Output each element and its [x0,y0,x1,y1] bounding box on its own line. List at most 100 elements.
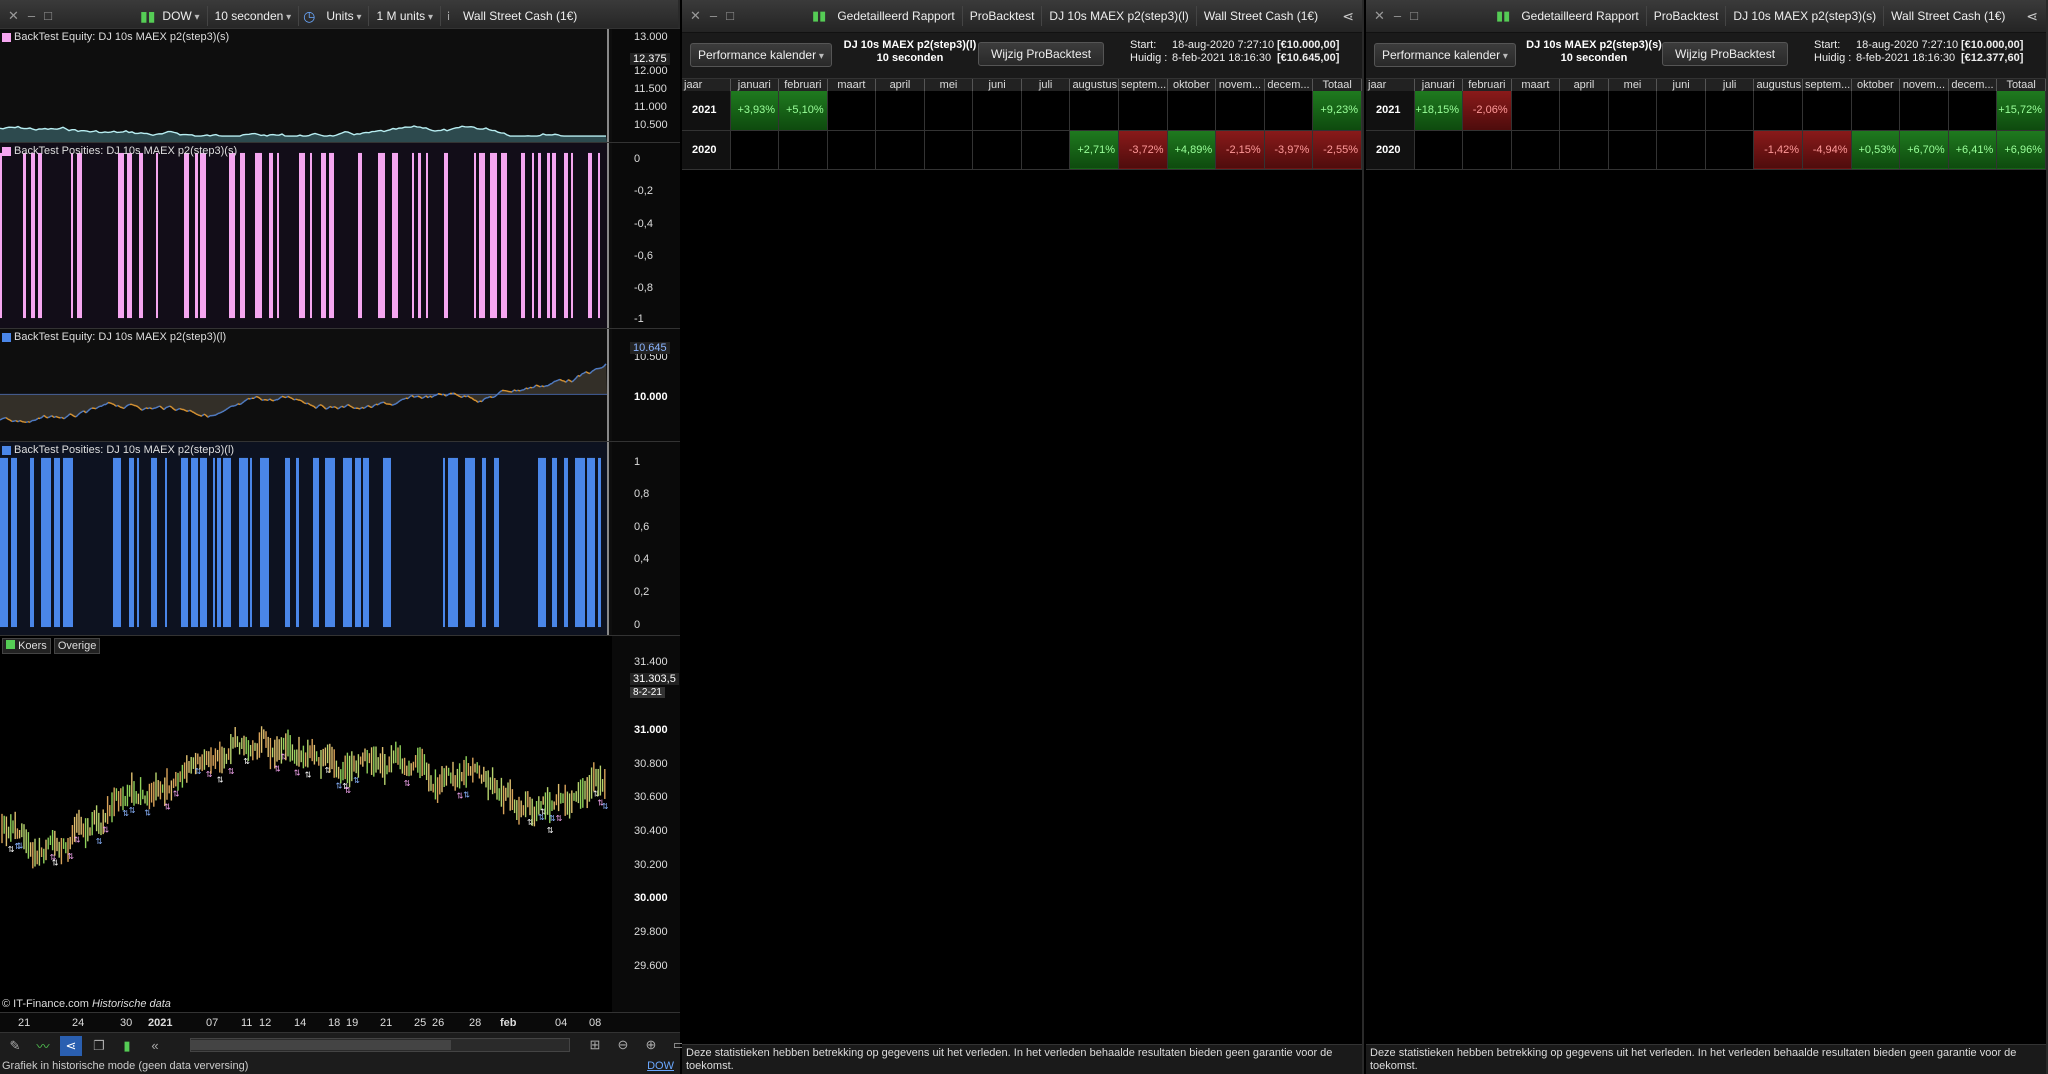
month-cell [827,130,877,170]
position-bar [217,457,221,628]
month-header: februari [778,79,828,91]
table-row: 2020 +2,71% -3,72% +4,89% -2,15% -3,97% -2,55% [682,130,1362,170]
close-icon[interactable]: ✕ [690,8,701,24]
interval-select[interactable]: 10 seconden [208,6,300,26]
position-bar [552,457,557,628]
disclaimer: Deze statistieken hebben betrekking op g… [1366,1044,2046,1074]
price-pane[interactable]: Koers Overige ⇅ ⇅ ⇅ ⇅ ⇅ ⇅ ⇅ ⇅ ⇅ ⇅ ⇅ ⇅ ⇅ ⇅ ⇅ ⇅ ⇅ ⇅ ⇅ ⇅ ⇅ ⇅ ⇅ ⇅ ⇅ ⇅… [0,635,680,1012]
equity-long-pane[interactable]: BackTest Equity: DJ 10s MAEX p2(step3)(l… [0,328,680,441]
minimize-icon[interactable]: – [28,8,35,24]
size-select[interactable]: 1 M units [369,6,441,26]
modify-backtest-button[interactable]: Wijzig ProBacktest [978,42,1105,66]
month-header: novem... [1899,79,1949,91]
draw-tool-icon[interactable]: ✎ [4,1036,26,1056]
position-bar [378,152,385,319]
y-tick: 10.000 [634,391,668,403]
share-icon[interactable]: ⋖ [60,1035,82,1056]
trade-marker: ⇅ [540,808,547,817]
total-cell: +15,72% [1996,91,2046,131]
x-axis: 21 24 30 2021 07 11 12 14 18 19 21 25 26… [0,1012,680,1032]
tab-market[interactable]: Wall Street Cash (1€) [1884,6,2012,26]
tab-overige[interactable]: Overige [53,638,101,654]
month-cell [827,91,877,131]
trade-marker: ⇅ [206,770,213,779]
position-bar [250,457,252,628]
cursor-line [607,29,609,142]
month-cell [1802,91,1852,131]
modify-backtest-button[interactable]: Wijzig ProBacktest [1662,42,1789,66]
tab-strategy[interactable]: DJ 10s MAEX p2(step3)(l) [1042,6,1197,26]
month-cell [1414,130,1464,170]
y-tick: 30.600 [634,791,668,803]
position-bar [313,457,319,628]
zoom-in-icon[interactable]: ⊕ [640,1035,662,1055]
equity-long-plot [0,363,607,424]
cursor-line [607,442,609,635]
tab-detailed-report[interactable]: Gedetailleerd Rapport [1514,6,1647,26]
tab-detailed-report[interactable]: Gedetailleerd Rapport [830,6,963,26]
trade-marker: ⇅ [144,809,151,818]
position-bar [552,152,556,319]
position-bar [329,152,334,319]
total-cell: +9,23% [1312,91,1362,131]
tab-market[interactable]: Wall Street Cash (1€) [1197,6,1325,26]
close-icon[interactable]: ✕ [8,8,19,24]
x-tick: 07 [206,1017,219,1029]
tab-probacktest[interactable]: ProBacktest [963,6,1043,26]
pane-title: BackTest Equity: DJ 10s MAEX p2(step3)(s… [14,31,230,43]
zoom-out-icon[interactable]: ⊖ [612,1035,634,1055]
window-icon[interactable]: ❐ [88,1036,110,1056]
total-cell: +6,96% [1996,130,2046,170]
y-tick: 0 [634,153,641,165]
scroll-left-icon[interactable]: « [144,1036,166,1056]
pane-label: BackTest Posities: DJ 10s MAEX p2(step3)… [2,145,237,157]
equity-short-plot [0,125,607,142]
zoom-fit-icon[interactable]: ⊞ [584,1035,606,1055]
chart-scrollbar[interactable] [190,1038,570,1052]
trade-marker: ⇅ [243,757,250,766]
scroll-thumb[interactable] [191,1040,451,1050]
clock-icon[interactable]: ◷ [299,8,319,25]
trade-marker: ⇅ [344,786,351,795]
x-tick: 04 [555,1017,568,1029]
instrument-select[interactable]: DOW [155,6,208,26]
y-tick: 29.600 [634,960,668,972]
positions-short-pane[interactable]: BackTest Posities: DJ 10s MAEX p2(step3)… [0,142,680,328]
minimize-icon[interactable]: – [710,8,717,24]
year-header[interactable]: jaar [1366,79,1415,91]
tab-probacktest[interactable]: ProBacktest [1647,6,1727,26]
position-bar [325,457,335,628]
info-icon[interactable]: ⅰ [441,10,456,23]
tab-strategy[interactable]: DJ 10s MAEX p2(step3)(s) [1726,6,1885,26]
y-tick: 0,2 [634,586,650,598]
performance-calendar-button[interactable]: Performance kalender [1374,43,1516,67]
current-value-tag: 10.645 [630,342,670,354]
maximize-icon[interactable]: □ [1410,8,1418,24]
candles-icon[interactable]: ▮ [116,1036,138,1056]
backtest-name: DJ 10s MAEX p2(step3)(l) 10 seconden [830,39,990,65]
equity-short-pane[interactable]: BackTest Equity: DJ 10s MAEX p2(step3)(s… [0,28,680,142]
position-bar [479,152,485,319]
month-header: juni [1656,79,1706,91]
maximize-icon[interactable]: □ [726,8,734,24]
share-icon[interactable]: ⋖ [2026,8,2046,25]
maximize-icon[interactable]: □ [44,8,52,24]
current-price-tag: 31.303,5 [630,673,679,685]
performance-calendar-button[interactable]: Performance kalender [690,43,832,67]
indicator-icon[interactable]: 〰 [32,1036,54,1056]
units-select[interactable]: Units [319,6,370,26]
month-cell: +5,10% [778,91,828,131]
close-icon[interactable]: ✕ [1374,8,1385,24]
status-link[interactable]: DOW [647,1058,674,1074]
minimize-icon[interactable]: – [1394,8,1401,24]
month-cell [1851,91,1901,131]
month-cell [1511,91,1561,131]
tab-koers[interactable]: Koers [2,638,51,654]
zoom-controls: ⊞ ⊖ ⊕ ▭ [584,1035,690,1055]
year-header[interactable]: jaar [682,79,731,91]
positions-long-pane[interactable]: BackTest Posities: DJ 10s MAEX p2(step3)… [0,441,680,635]
candlestick-icon[interactable]: ▮▮ [140,8,155,25]
share-icon[interactable]: ⋖ [1342,8,1362,25]
position-bar [41,457,51,628]
x-tick: 21 [380,1017,393,1029]
